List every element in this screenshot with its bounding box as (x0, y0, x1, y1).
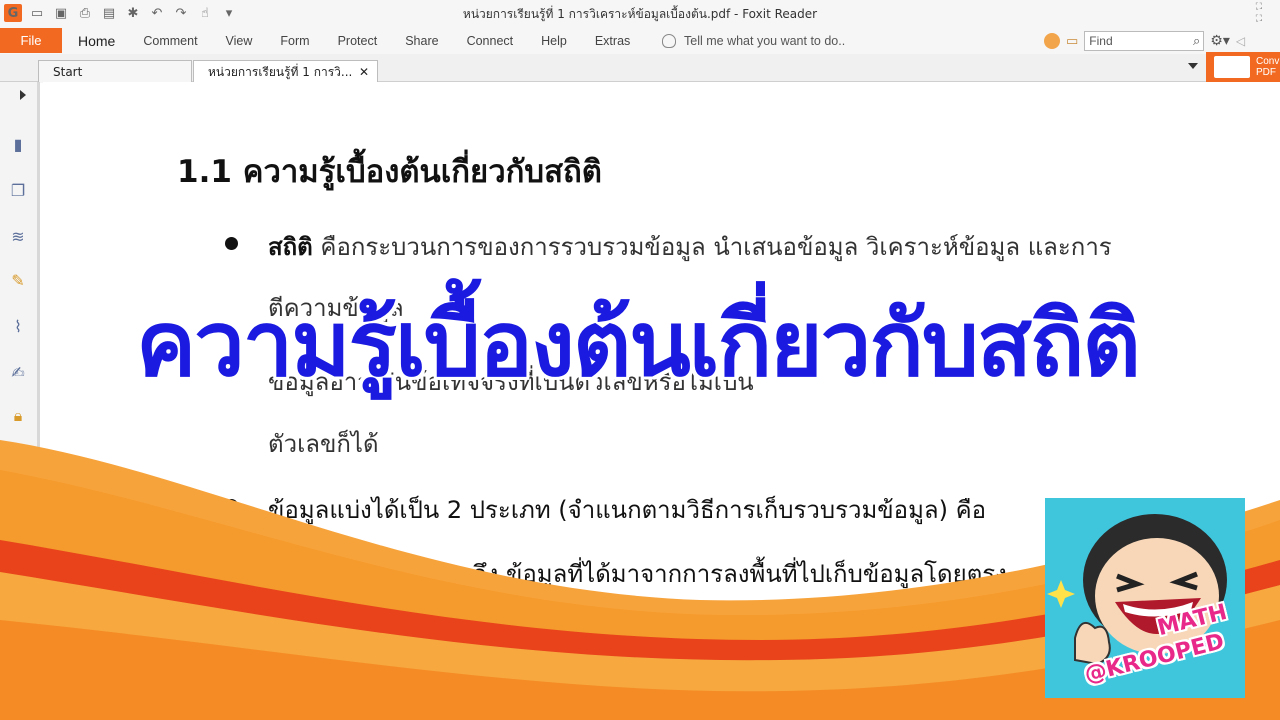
pdf-line-1: สถิติ คือกระบวนการของการรวบรวมข้อมูล นำเ… (268, 227, 1112, 266)
fullscreen-icon[interactable]: ⛶ (1256, 2, 1262, 12)
find-placeholder: Find (1089, 34, 1113, 48)
convert-pdf-label: Conv PDF (1256, 56, 1280, 78)
tab-form[interactable]: Form (266, 28, 323, 54)
close-tab-icon[interactable]: ✕ (359, 61, 369, 83)
settings-gear-icon[interactable]: ⚙▾ (1210, 33, 1230, 49)
tell-me-search[interactable]: Tell me what you want to do.. (662, 34, 845, 48)
bookmarks-icon[interactable]: ▮ (8, 134, 28, 154)
navigation-sidebar: ▮ ❐ ≋ ✎ ⌇ ✍ 🔒︎ (0, 82, 40, 720)
bullet-1 (225, 237, 238, 250)
pdf-term-statistics: สถิติ (268, 233, 313, 261)
overlay-title: ความรู้เบื้องต้นเกี่ยวกับสถิติ (136, 292, 1141, 397)
tab-home[interactable]: Home (64, 28, 129, 54)
attachments-icon[interactable]: ⌇ (8, 316, 28, 336)
find-input[interactable]: Find ⌕ (1084, 31, 1205, 51)
window-controls[interactable]: ⛶ ⛶ (1256, 2, 1262, 24)
tab-extras[interactable]: Extras (581, 28, 644, 54)
pdf-line-1-text: คือกระบวนการของการรวบรวมข้อมูล นำเสนอข้อ… (312, 233, 1112, 261)
tab-start-label: Start (53, 65, 83, 79)
window-title: หน่วยการเรียนรู้ที่ 1 การวิเคราะห์ข้อมูล… (462, 7, 818, 21)
tab-list-chevron-down-icon[interactable] (1188, 63, 1198, 69)
tab-current-label: หน่วยการเรียนรู้ที่ 1 การวิ... (208, 65, 353, 79)
tab-current-document[interactable]: หน่วยการเรียนรู้ที่ 1 การวิ... ✕ (193, 60, 378, 83)
pdf-line-6: ข้อมูลปฐมภูมิ หมายถึง ข้อมูลที่ได้มาจากก… (268, 554, 1007, 593)
pdf-line-4: ตัวเลขก็ได้ (268, 430, 379, 458)
document-tab-bar: Start หน่วยการเรียนรู้ที่ 1 การวิ... ✕ (0, 54, 1280, 83)
convert-pdf-icon (1214, 56, 1250, 78)
tab-comment[interactable]: Comment (129, 28, 211, 54)
search-folder-icon[interactable]: ▭ (1066, 34, 1078, 49)
pdf-line-5: ข้อมูลแบ่งได้เป็น 2 ประเภท (จำแนกตามวิธี… (268, 496, 987, 524)
collapse-left-icon[interactable]: ◁ (1236, 34, 1245, 48)
pdf-term-primary-data: ข้อมูลปฐมภูมิ (268, 560, 406, 588)
tell-me-placeholder[interactable]: Tell me what you want to do.. (684, 34, 845, 48)
layers-icon[interactable]: ≋ (8, 226, 28, 246)
expand-sidebar-icon[interactable] (20, 90, 26, 100)
pdf-heading: 1.1 ความรู้เบื้องต้นเกี่ยวกับสถิติ (177, 154, 602, 190)
restore-icon[interactable]: ⛶ (1256, 14, 1262, 24)
tab-view[interactable]: View (212, 28, 267, 54)
pages-icon[interactable]: ❐ (8, 180, 28, 200)
file-menu-button[interactable]: File (0, 28, 62, 53)
security-lock-icon[interactable]: 🔒︎ (8, 406, 28, 426)
tab-share[interactable]: Share (391, 28, 452, 54)
ribbon-tab-bar: File Home Comment View Form Protect Shar… (0, 28, 1280, 54)
comments-icon[interactable]: ✎ (8, 270, 28, 290)
ribbon-right-tools: ▭ Find ⌕ ⚙▾ ◁ (1044, 31, 1245, 51)
search-icon[interactable]: ⌕ (1193, 33, 1200, 49)
lightbulb-icon (662, 34, 676, 48)
channel-badge: MATH @KROOPED (1045, 498, 1245, 698)
tab-help[interactable]: Help (527, 28, 581, 54)
ribbon-tabs: Home Comment View Form Protect Share Con… (64, 28, 644, 54)
convert-pdf-button[interactable]: Conv PDF (1206, 52, 1280, 82)
feedback-heart-icon[interactable] (1044, 33, 1060, 49)
bullet-2 (225, 499, 238, 512)
tab-connect[interactable]: Connect (453, 28, 528, 54)
signatures-icon[interactable]: ✍ (8, 362, 28, 382)
pdf-line-6-text: หมายถึง ข้อมูลที่ได้มาจากการลงพื้นที่ไปเ… (405, 560, 1007, 588)
tab-start[interactable]: Start (38, 60, 192, 83)
tab-protect[interactable]: Protect (324, 28, 392, 54)
title-bar: G ▭ ▣ ⎙ ▤ ✱ ↶ ↷ ☝ ▾ หน่วยการเรียนรู้ที่ … (0, 0, 1280, 28)
